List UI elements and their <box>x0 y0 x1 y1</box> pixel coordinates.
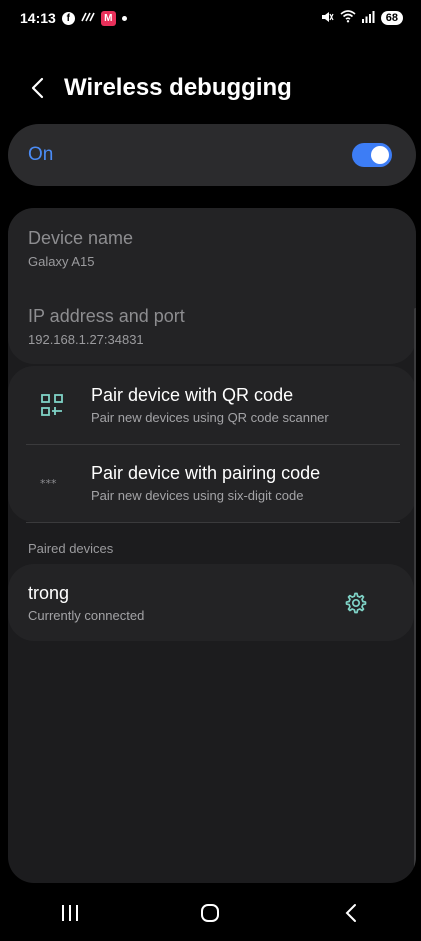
cell-signal-icon <box>361 10 375 26</box>
pair-qr-code-subtitle: Pair new devices using QR code scanner <box>91 410 329 425</box>
back-icon[interactable] <box>321 888 381 938</box>
pair-code-subtitle: Pair new devices using six-digit code <box>91 488 304 503</box>
pair-code-row[interactable]: *** Pair device with pairing code Pair n… <box>8 444 416 522</box>
paired-device-text: trong Currently connected <box>28 583 340 623</box>
toggle-label: On <box>28 144 54 165</box>
back-arrow-icon[interactable] <box>16 66 60 110</box>
device-info-card: Device name Galaxy A15 IP address and po… <box>8 208 416 364</box>
signal-app-icon <box>81 12 95 25</box>
pair-code-title: Pair device with pairing code <box>91 463 321 483</box>
pairing-code-icon: *** <box>32 463 72 503</box>
page-title: Wireless debugging <box>64 74 292 101</box>
ip-address-title: IP address and port <box>28 306 185 326</box>
ip-address-row: IP address and port 192.168.1.27:34831 <box>28 306 185 347</box>
home-icon[interactable] <box>180 888 240 938</box>
pair-code-text: Pair device with pairing code Pair new d… <box>91 463 320 503</box>
app-notification-icon: M <box>100 10 116 26</box>
paired-device-row[interactable]: trong Currently connected <box>8 564 414 641</box>
switch-knob <box>371 146 389 164</box>
battery-indicator: 68 <box>380 11 403 25</box>
divider <box>26 522 400 523</box>
facebook-icon: f <box>61 11 75 25</box>
status-bar-right: 68 <box>320 10 403 27</box>
recent-apps-icon[interactable] <box>40 888 100 938</box>
settings-panel: Device name Galaxy A15 IP address and po… <box>8 208 416 883</box>
device-name-title: Device name <box>28 228 134 248</box>
mute-icon <box>320 10 334 27</box>
clock: 14:13 <box>20 10 56 26</box>
paired-device-status: Currently connected <box>28 607 145 623</box>
ip-address-value: 192.168.1.27:34831 <box>28 332 144 347</box>
pairing-options-card: Pair device with QR code Pair new device… <box>8 366 416 522</box>
navigation-bar <box>0 885 421 941</box>
pair-qr-code-text: Pair device with QR code Pair new device… <box>91 385 329 425</box>
header: Wireless debugging <box>0 66 421 110</box>
status-bar: 14:13 f M 68 <box>0 0 421 36</box>
qr-code-icon <box>32 385 72 425</box>
pair-qr-code-row[interactable]: Pair device with QR code Pair new device… <box>8 366 416 444</box>
wireless-debugging-switch[interactable] <box>352 143 392 167</box>
device-name-value: Galaxy A15 <box>28 254 95 269</box>
wifi-icon <box>340 10 356 26</box>
status-bar-left: 14:13 f M <box>20 10 127 26</box>
gear-icon[interactable] <box>340 588 370 618</box>
more-notifications-icon <box>121 15 127 21</box>
wireless-debugging-toggle-row[interactable]: On <box>8 124 416 186</box>
paired-device-name: trong <box>28 582 70 603</box>
device-name-row: Device name Galaxy A15 <box>28 228 133 269</box>
scrollbar[interactable] <box>414 308 416 868</box>
pair-qr-code-title: Pair device with QR code <box>91 385 294 405</box>
svg-text:***: *** <box>40 478 57 488</box>
paired-devices-label: Paired devices <box>28 541 114 556</box>
